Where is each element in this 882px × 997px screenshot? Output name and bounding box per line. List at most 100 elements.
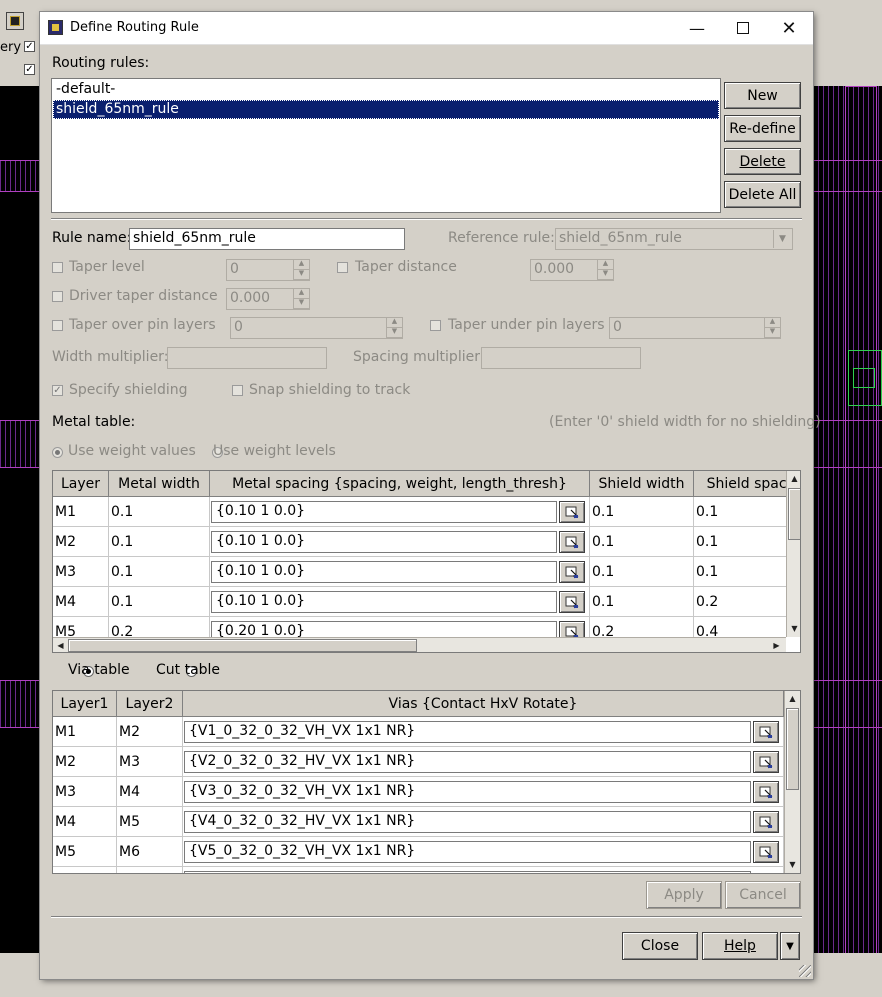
close-icon[interactable]: ✕ bbox=[766, 12, 812, 44]
metal-table-vscrollbar[interactable]: ▲ ▼ bbox=[786, 471, 800, 637]
via-table-cell-vias[interactable]: {V1_0_32_0_32_VH_VX 1x1 NR} bbox=[183, 717, 784, 747]
via-table-cell-layer2[interactable]: M5 bbox=[117, 807, 183, 837]
metal-spacing-input[interactable]: {0.20 1 0.0} bbox=[211, 621, 557, 637]
edit-dialog-icon[interactable] bbox=[753, 781, 779, 803]
metal-table-cell-shield-spacing[interactable]: 0.1 bbox=[694, 527, 786, 557]
scroll-up-icon[interactable]: ▲ bbox=[787, 471, 800, 486]
driver-taper-distance-checkbox[interactable] bbox=[52, 291, 63, 302]
taper-under-pin-layers-spinbox[interactable]: 0 ▲ ▼ bbox=[609, 317, 781, 339]
metal-table-header[interactable]: Metal width bbox=[109, 471, 210, 497]
metal-table-cell-shield-width[interactable]: 0.1 bbox=[590, 497, 694, 527]
via-table-cell-layer1[interactable]: M1 bbox=[53, 717, 117, 747]
metal-table-header[interactable]: Layer bbox=[53, 471, 109, 497]
help-button[interactable]: Help bbox=[702, 932, 778, 960]
vias-input[interactable]: {V4_0_32_0_32_HV_VX 1x1 NR} bbox=[184, 811, 751, 833]
metal-table-cell-layer[interactable]: M3 bbox=[53, 557, 109, 587]
taper-over-pin-layers-spinbox[interactable]: 0 ▲ ▼ bbox=[230, 317, 403, 339]
via-table-cell-layer1[interactable]: M2 bbox=[53, 747, 117, 777]
via-table-cell-layer2[interactable]: M4 bbox=[117, 777, 183, 807]
metal-table-cell-shield-spacing[interactable]: 0.4 bbox=[694, 617, 786, 637]
edit-dialog-icon[interactable] bbox=[559, 591, 585, 613]
width-multiplier-input[interactable] bbox=[167, 347, 327, 369]
metal-table-cell-width[interactable]: 0.1 bbox=[109, 557, 210, 587]
metal-table-cell-shield-spacing[interactable]: 0.1 bbox=[694, 497, 786, 527]
metal-table-cell-shield-spacing[interactable]: 0.2 bbox=[694, 587, 786, 617]
edit-dialog-icon[interactable] bbox=[559, 561, 585, 583]
toolbar-checkbox[interactable]: ✓ bbox=[24, 64, 35, 75]
scrollbar-thumb[interactable] bbox=[788, 488, 800, 540]
via-table-cell-layer2[interactable]: M6 bbox=[117, 837, 183, 867]
scrollbar-thumb[interactable] bbox=[786, 708, 799, 790]
via-table[interactable]: Layer1 Layer2 Vias {Contact HxV Rotate} M1 M… bbox=[52, 690, 801, 874]
new-button[interactable]: New bbox=[724, 82, 801, 109]
via-table-cell-layer1[interactable]: M3 bbox=[53, 777, 117, 807]
use-weight-values-radio[interactable] bbox=[52, 447, 63, 458]
via-table-cell-vias[interactable]: {V3_0_32_0_32_VH_VX 1x1 NR} bbox=[183, 777, 784, 807]
specify-shielding-checkbox[interactable]: ✓ bbox=[52, 385, 63, 396]
metal-table[interactable]: Layer Metal width Metal spacing {spacing, … bbox=[52, 470, 801, 653]
help-menu-button[interactable]: ▼ bbox=[780, 932, 800, 960]
metal-spacing-input[interactable]: {0.10 1 0.0} bbox=[211, 531, 557, 553]
scroll-up-icon[interactable]: ▲ bbox=[785, 691, 800, 706]
metal-table-cell-shield-width[interactable]: 0.1 bbox=[590, 587, 694, 617]
minimize-icon[interactable]: — bbox=[674, 12, 720, 44]
routing-rule-item[interactable]: -default- bbox=[53, 80, 719, 99]
metal-table-cell-spacing[interactable]: {0.10 1 0.0} bbox=[210, 587, 590, 617]
spacing-multiplier-input[interactable] bbox=[481, 347, 641, 369]
reference-rule-select[interactable]: shield_65nm_rule ▼ bbox=[555, 228, 793, 250]
metal-table-cell-shield-spacing[interactable]: 0.1 bbox=[694, 557, 786, 587]
cancel-button[interactable]: Cancel bbox=[725, 881, 801, 909]
toolbar-checkbox[interactable]: ✓ bbox=[24, 41, 35, 52]
vias-input[interactable] bbox=[184, 871, 751, 873]
metal-table-hscrollbar[interactable]: ◀ ▶ bbox=[53, 637, 786, 652]
driver-taper-distance-spinbox[interactable]: 0.000 ▲ ▼ bbox=[226, 288, 310, 310]
metal-spacing-input[interactable]: {0.10 1 0.0} bbox=[211, 561, 557, 583]
metal-table-cell-spacing[interactable]: {0.10 1 0.0} bbox=[210, 557, 590, 587]
metal-table-cell-layer[interactable]: M5 bbox=[53, 617, 109, 637]
via-table-header[interactable]: Layer2 bbox=[117, 691, 183, 717]
metal-spacing-input[interactable]: {0.10 1 0.0} bbox=[211, 501, 557, 523]
scroll-left-icon[interactable]: ◀ bbox=[53, 638, 68, 652]
metal-table-cell-spacing[interactable]: {0.10 1 0.0} bbox=[210, 497, 590, 527]
metal-table-header[interactable]: Shield width bbox=[590, 471, 694, 497]
vias-input[interactable]: {V1_0_32_0_32_VH_VX 1x1 NR} bbox=[184, 721, 751, 743]
routing-rules-list[interactable]: -default-shield_65nm_rule bbox=[51, 78, 721, 213]
metal-spacing-input[interactable]: {0.10 1 0.0} bbox=[211, 591, 557, 613]
metal-table-cell-width[interactable]: 0.1 bbox=[109, 497, 210, 527]
edit-dialog-icon[interactable] bbox=[559, 501, 585, 523]
metal-table-cell-width[interactable]: 0.1 bbox=[109, 587, 210, 617]
metal-table-cell-layer[interactable]: M1 bbox=[53, 497, 109, 527]
edit-dialog-icon[interactable] bbox=[753, 751, 779, 773]
taper-under-pin-layers-checkbox[interactable] bbox=[430, 320, 441, 331]
apply-button[interactable]: Apply bbox=[646, 881, 722, 909]
taper-distance-checkbox[interactable] bbox=[337, 262, 348, 273]
metal-table-header[interactable]: Metal spacing {spacing, weight, length_t… bbox=[210, 471, 590, 497]
vias-input[interactable]: {V5_0_32_0_32_VH_VX 1x1 NR} bbox=[184, 841, 751, 863]
via-table-vscrollbar[interactable]: ▲ ▼ bbox=[784, 691, 800, 873]
taper-level-checkbox[interactable] bbox=[52, 262, 63, 273]
scrollbar-thumb[interactable] bbox=[68, 639, 417, 652]
edit-dialog-icon[interactable] bbox=[753, 841, 779, 863]
metal-table-cell-spacing[interactable]: {0.20 1 0.0} bbox=[210, 617, 590, 637]
edit-dialog-icon[interactable] bbox=[559, 621, 585, 637]
via-table-cell-vias[interactable]: {V2_0_32_0_32_HV_VX 1x1 NR} bbox=[183, 747, 784, 777]
via-table-header[interactable]: Layer1 bbox=[53, 691, 117, 717]
via-table-cell-layer1[interactable]: M5 bbox=[53, 837, 117, 867]
metal-table-cell-shield-width[interactable]: 0.2 bbox=[590, 617, 694, 637]
via-table-cell-layer2[interactable]: M2 bbox=[117, 717, 183, 747]
metal-table-cell-layer[interactable]: M2 bbox=[53, 527, 109, 557]
metal-table-header[interactable]: Shield spaci bbox=[694, 471, 786, 497]
via-table-cell-layer2[interactable]: M3 bbox=[117, 747, 183, 777]
metal-table-cell-layer[interactable]: M4 bbox=[53, 587, 109, 617]
metal-table-cell-shield-width[interactable]: 0.1 bbox=[590, 557, 694, 587]
metal-table-cell-width[interactable]: 0.1 bbox=[109, 527, 210, 557]
routing-rule-item[interactable]: shield_65nm_rule bbox=[53, 100, 719, 119]
close-button[interactable]: Close bbox=[622, 932, 698, 960]
scroll-down-icon[interactable]: ▼ bbox=[787, 621, 800, 636]
taper-distance-spinbox[interactable]: 0.000 ▲ ▼ bbox=[530, 259, 614, 281]
via-table-cell-vias[interactable]: {V4_0_32_0_32_HV_VX 1x1 NR} bbox=[183, 807, 784, 837]
vias-input[interactable]: {V3_0_32_0_32_VH_VX 1x1 NR} bbox=[184, 781, 751, 803]
delete-button[interactable]: Delete bbox=[724, 148, 801, 175]
delete-all-button[interactable]: Delete All bbox=[724, 181, 801, 208]
vias-input[interactable]: {V2_0_32_0_32_HV_VX 1x1 NR} bbox=[184, 751, 751, 773]
